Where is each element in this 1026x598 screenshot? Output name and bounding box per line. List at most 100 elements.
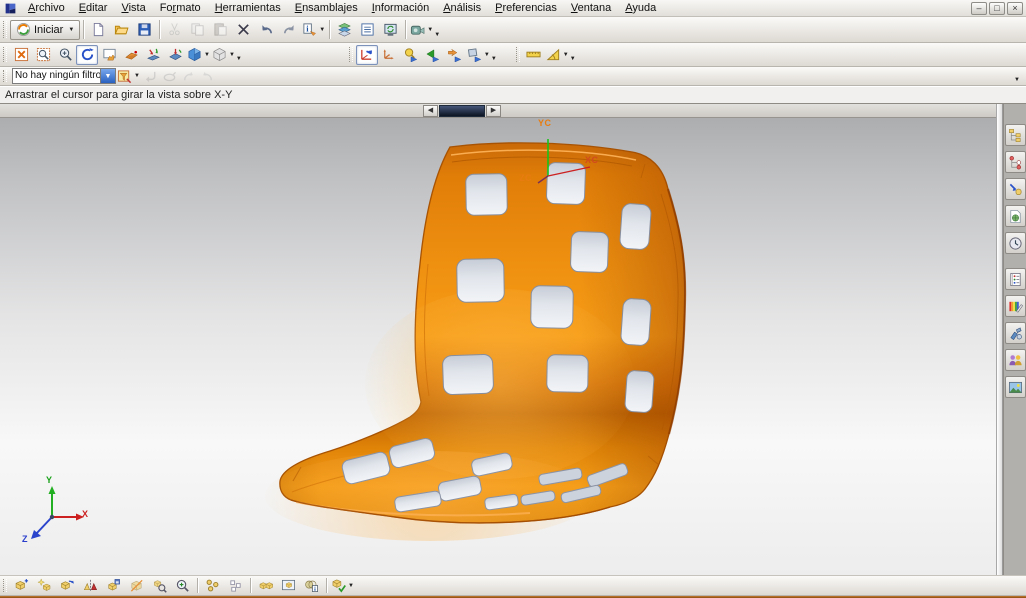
viewport-scene[interactable] — [0, 104, 996, 575]
menu-analisis[interactable]: Análisis — [436, 1, 488, 15]
dropdown-arrow-icon[interactable]: ▼ — [68, 27, 74, 33]
move-component-button[interactable] — [56, 576, 79, 595]
toolbar-overflow-icon[interactable]: ▼ — [1014, 77, 1020, 83]
csys-orientation-button[interactable] — [378, 45, 400, 65]
wave-geometry-linker-button[interactable] — [300, 576, 323, 595]
refresh-display-button[interactable] — [379, 19, 402, 41]
cut-button[interactable] — [163, 19, 186, 41]
toolbar-grip[interactable] — [3, 47, 7, 62]
scroll-thumb[interactable] — [439, 105, 485, 117]
chair-model[interactable] — [265, 139, 685, 541]
toolbar-grip[interactable] — [516, 47, 520, 62]
arrangements-button[interactable]: ▼ — [330, 576, 355, 595]
menu-preferencias[interactable]: Preferencias — [488, 1, 564, 15]
scroll-left-arrow[interactable]: ◀ — [423, 105, 438, 117]
dropdown-arrow-icon[interactable]: ▼ — [204, 52, 210, 58]
dropdown-arrow-icon[interactable]: ▼ — [427, 27, 433, 33]
constraint-navigator-button[interactable] — [1005, 151, 1026, 173]
measure-angle-button[interactable]: ▼ — [545, 45, 570, 65]
sequence-export-button[interactable]: ▼ — [466, 45, 491, 65]
menu-ayuda[interactable]: Ayuda — [618, 1, 663, 15]
menu-ventana[interactable]: Ventana — [564, 1, 618, 15]
combo-dropdown-button[interactable]: ▼ — [100, 69, 115, 83]
product-outline-button[interactable] — [277, 576, 300, 595]
find-component-button[interactable] — [148, 576, 171, 595]
selection-scope-button[interactable]: ▼ — [116, 68, 141, 84]
reuse-library-button[interactable] — [1005, 205, 1026, 227]
selection-filter-combo[interactable]: No hay ningún filtro de ▼ — [12, 68, 116, 84]
vertical-scrollbar[interactable] — [996, 104, 1003, 575]
restore-button[interactable]: □ — [989, 2, 1005, 15]
layer-settings-button[interactable] — [333, 19, 356, 41]
scroll-right-arrow[interactable]: ▶ — [486, 105, 501, 117]
csys-dynamics-button[interactable] — [356, 45, 378, 65]
measure-distance-button[interactable] — [523, 45, 545, 65]
visualization-palette-button[interactable] — [1005, 295, 1026, 317]
dropdown-arrow-icon[interactable]: ▼ — [348, 583, 354, 589]
toolbar-grip[interactable] — [3, 70, 7, 82]
undo-button[interactable] — [255, 19, 278, 41]
fit-view-button[interactable] — [10, 45, 32, 65]
deselect-components-button[interactable] — [224, 576, 247, 595]
command-finder-button[interactable]: i▼ — [301, 19, 326, 41]
paste-button[interactable] — [209, 19, 232, 41]
dropdown-arrow-icon[interactable]: ▼ — [563, 52, 569, 58]
sequence-step-button[interactable] — [444, 45, 466, 65]
dropdown-arrow-icon[interactable]: ▼ — [229, 52, 235, 58]
menu-archivo[interactable]: Archivo — [21, 1, 72, 15]
rotate-view-button[interactable] — [76, 45, 98, 65]
assembly-navigator-button[interactable] — [1005, 124, 1026, 146]
open-button[interactable] — [110, 19, 133, 41]
new-button[interactable] — [87, 19, 110, 41]
toolbar-overflow-icon[interactable]: ▼ — [570, 56, 576, 62]
add-component-button[interactable] — [10, 576, 33, 595]
select-loop-button[interactable] — [160, 68, 179, 84]
sequence-play-button[interactable] — [422, 45, 444, 65]
minimize-button[interactable]: – — [971, 2, 987, 15]
system-scenes-button[interactable] — [1005, 376, 1026, 398]
perspective-button[interactable] — [120, 45, 142, 65]
visualization-list-button[interactable] — [356, 19, 379, 41]
reselect-button[interactable] — [198, 68, 217, 84]
menu-vista[interactable]: Vista — [114, 1, 152, 15]
copy-button[interactable] — [186, 19, 209, 41]
dropdown-arrow-icon[interactable]: ▼ — [134, 73, 140, 79]
sequence-find-button[interactable] — [400, 45, 422, 65]
show-component-button[interactable] — [171, 576, 194, 595]
toolbar-overflow-icon[interactable]: ▼ — [434, 32, 440, 38]
toolbar-grip[interactable] — [3, 579, 7, 592]
replace-component-button[interactable] — [102, 576, 125, 595]
redo-button[interactable] — [278, 19, 301, 41]
menu-informacion[interactable]: Información — [365, 1, 436, 15]
orient-view-trimetric-button[interactable] — [142, 45, 164, 65]
new-component-button[interactable] — [33, 576, 56, 595]
screen-capture-button[interactable]: ▼ — [409, 19, 434, 41]
component-groups-button[interactable] — [254, 576, 277, 595]
graphics-viewport[interactable]: ◀ ▶ YC XC ZC Y X Z — [0, 104, 996, 575]
mirror-assembly-button[interactable] — [79, 576, 102, 595]
close-button[interactable]: × — [1007, 2, 1023, 15]
shaded-view-button[interactable]: ▼ — [186, 45, 211, 65]
menu-herramientas[interactable]: Herramientas — [208, 1, 288, 15]
menu-formato[interactable]: Formato — [153, 1, 208, 15]
toolbar-overflow-icon[interactable]: ▼ — [236, 56, 242, 62]
delete-button[interactable] — [232, 19, 255, 41]
menu-ensamblajes[interactable]: Ensamblajes — [288, 1, 365, 15]
part-navigator-button[interactable] — [1005, 178, 1026, 200]
select-components-button[interactable] — [201, 576, 224, 595]
orient-view-isometric-button[interactable] — [164, 45, 186, 65]
deselect-last-button[interactable] — [179, 68, 198, 84]
toolbar-overflow-icon[interactable]: ▼ — [491, 56, 497, 62]
dropdown-arrow-icon[interactable]: ▼ — [319, 27, 325, 33]
roles-button[interactable] — [1005, 349, 1026, 371]
history-palette-button[interactable] — [1005, 232, 1026, 254]
information-palette-button[interactable] — [1005, 268, 1026, 290]
rendering-style-button[interactable]: ▼ — [211, 45, 236, 65]
zoom-in-out-button[interactable] — [54, 45, 76, 65]
toolbar-grip[interactable] — [349, 47, 353, 62]
iniciar-button[interactable]: Iniciar▼ — [10, 20, 80, 40]
menu-editar[interactable]: Editar — [72, 1, 115, 15]
select-previous-button[interactable] — [141, 68, 160, 84]
machining-wizards-button[interactable] — [1005, 322, 1026, 344]
toolbar-grip[interactable] — [3, 21, 7, 38]
